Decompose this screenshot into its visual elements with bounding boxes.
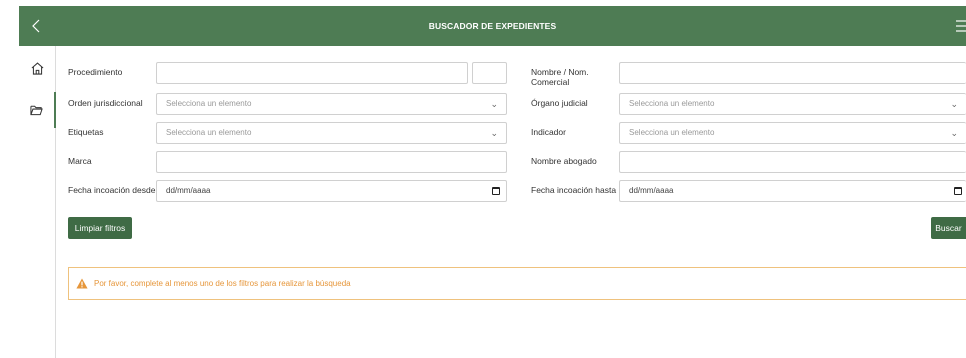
sidebar-item-folder[interactable] xyxy=(19,92,56,128)
indicador-select[interactable]: Selecciona un elemento ⌄ xyxy=(619,122,966,144)
etiquetas-placeholder: Selecciona un elemento xyxy=(166,128,252,137)
fecha-desde-placeholder: dd/mm/aaaa xyxy=(166,186,211,195)
search-button[interactable]: Buscar xyxy=(931,217,966,239)
nombre-abogado-label: Nombre abogado xyxy=(531,156,597,166)
page-title: BUSCADOR DE EXPEDIENTES xyxy=(428,21,557,31)
marca-label: Marca xyxy=(68,156,92,166)
sidebar xyxy=(19,46,56,358)
procedimiento-year-input[interactable] xyxy=(472,62,507,84)
calendar-icon[interactable] xyxy=(492,187,500,195)
procedimiento-label: Procedimiento xyxy=(68,67,123,77)
clear-filters-button[interactable]: Limpiar filtros xyxy=(68,217,132,239)
chevron-down-icon: ⌄ xyxy=(950,128,958,138)
hamburger-menu-icon xyxy=(956,20,966,32)
fecha-hasta-input[interactable]: dd/mm/aaaa xyxy=(619,180,966,202)
app-header: BUSCADOR DE EXPEDIENTES xyxy=(19,6,966,46)
organo-judicial-placeholder: Selecciona un elemento xyxy=(629,99,715,108)
marca-input[interactable] xyxy=(156,151,507,173)
left-gutter xyxy=(0,0,19,358)
fecha-hasta-placeholder: dd/mm/aaaa xyxy=(629,186,674,195)
organo-judicial-select[interactable]: Selecciona un elemento ⌄ xyxy=(619,93,966,115)
chevron-down-icon: ⌄ xyxy=(950,99,958,109)
nombre-comercial-input[interactable] xyxy=(619,62,966,84)
indicador-placeholder: Selecciona un elemento xyxy=(629,128,715,137)
fecha-hasta-label: Fecha incoación hasta xyxy=(531,185,617,195)
nombre-abogado-input[interactable] xyxy=(619,151,966,173)
folder-icon xyxy=(30,105,43,116)
nombre-comercial-label: Nombre / Nom. Comercial xyxy=(531,67,589,87)
chevron-down-icon: ⌄ xyxy=(490,128,498,138)
etiquetas-label: Etiquetas xyxy=(68,127,104,137)
etiquetas-select[interactable]: Selecciona un elemento ⌄ xyxy=(156,122,507,144)
procedimiento-input[interactable] xyxy=(156,62,468,84)
warning-icon xyxy=(76,278,88,289)
chevron-down-icon: ⌄ xyxy=(490,99,498,109)
indicador-label: Indicador xyxy=(531,127,566,137)
organo-judicial-label: Órgano judicial xyxy=(531,98,588,108)
orden-jurisdiccional-label: Orden jurisdiccional xyxy=(68,98,143,108)
orden-jurisdiccional-select[interactable]: Selecciona un elemento ⌄ xyxy=(156,93,507,115)
alert-message: Por favor, complete al menos uno de los … xyxy=(94,279,351,288)
sidebar-item-home[interactable] xyxy=(19,50,56,86)
home-icon xyxy=(31,61,44,75)
fecha-desde-input[interactable]: dd/mm/aaaa xyxy=(156,180,507,202)
fecha-desde-label: Fecha incoación desde xyxy=(68,185,156,195)
orden-jurisdiccional-placeholder: Selecciona un elemento xyxy=(166,99,252,108)
warning-alert: Por favor, complete al menos uno de los … xyxy=(68,267,966,300)
calendar-icon[interactable] xyxy=(954,187,962,195)
menu-button[interactable] xyxy=(950,6,966,46)
